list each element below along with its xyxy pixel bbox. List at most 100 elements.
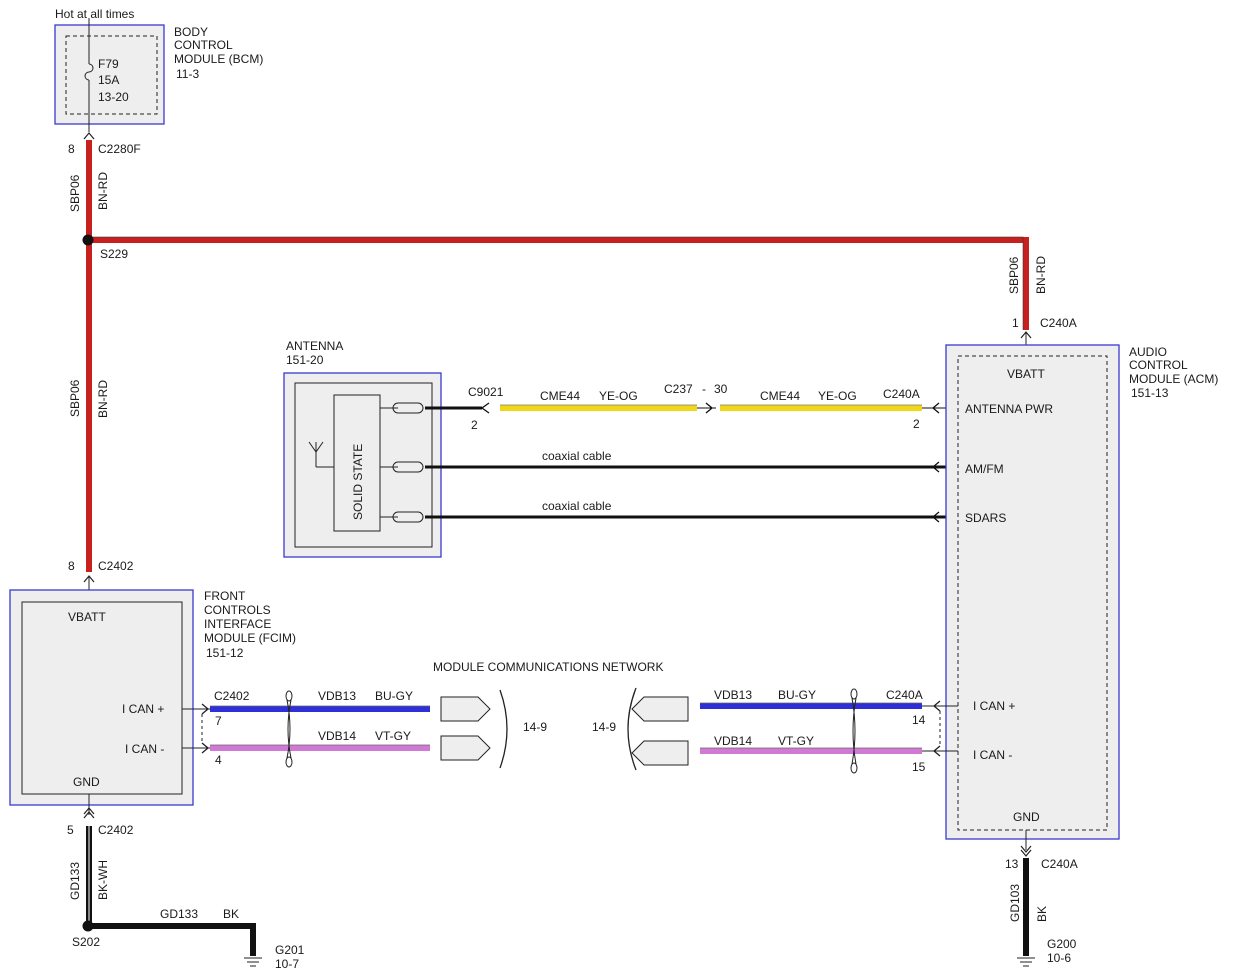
- g201-ground-icon: [244, 957, 262, 967]
- wire-lower-color: BN-RD: [96, 380, 110, 418]
- pwr-right-color: YE-OG: [818, 389, 857, 403]
- acm-canp-color: BU-GY: [778, 688, 816, 702]
- acm-can-plus-pin: 14: [912, 713, 926, 727]
- antenna-ref: 151-20: [286, 353, 324, 367]
- acm-canm-network-arrow: [631, 740, 689, 766]
- fcim-name-line3: INTERFACE: [204, 617, 271, 631]
- acm-can-connector: C240A: [886, 688, 923, 702]
- fcim-vbatt-label: VBATT: [68, 610, 106, 624]
- fcim-gnd-pin: 5: [67, 823, 74, 837]
- fcim-ican-plus-label: I CAN +: [122, 702, 164, 716]
- wire-right-circuit: SBP06: [1007, 256, 1021, 294]
- wire-lower-circuit: SBP06: [68, 379, 82, 417]
- pwr-left-circuit: CME44: [540, 389, 580, 403]
- fcim-vbatt-pin: 8: [68, 559, 75, 573]
- bcm-connector-icon: [83, 132, 95, 140]
- fuse-rating: 15A: [98, 73, 119, 87]
- acm-canp-network-arrow: [631, 696, 689, 722]
- inline-connector: C237: [664, 382, 693, 396]
- left-network-ref: 14-9: [523, 720, 547, 734]
- ground-g200-ref: 10-6: [1047, 951, 1071, 965]
- fcim-inner-frame: [21, 601, 183, 795]
- wire-sbp06-right: [89, 237, 1029, 330]
- network-title: MODULE COMMUNICATIONS NETWORK: [433, 660, 663, 674]
- inline-pin: 30: [714, 382, 728, 396]
- hot-at-all-times-label: Hot at all times: [55, 7, 134, 21]
- ground-g201-label: G201: [275, 943, 305, 957]
- wiring-diagram: Hot at all times F79 15A 13-20 BODY CONT…: [9, 7, 1218, 971]
- acm-antenna-pwr-connector: C240A: [883, 387, 920, 401]
- solid-state-label: SOLID STATE: [351, 444, 365, 520]
- bcm-connector: C2280F: [98, 142, 141, 156]
- ground-wire-color: BK: [223, 907, 239, 921]
- fcim-vbatt-connector: C2402: [98, 559, 134, 573]
- splice-s202-label: S202: [72, 935, 100, 949]
- acm-vbatt-connector: C240A: [1040, 316, 1077, 330]
- wire-upper-color: BN-RD: [96, 172, 110, 210]
- fcim-gnd-connector: C2402: [98, 823, 134, 837]
- acm-ican-plus-label: I CAN +: [973, 699, 1015, 713]
- bcm-name-line3: MODULE (BCM): [174, 52, 263, 66]
- acm-canp-circuit: VDB13: [714, 688, 752, 702]
- acm-gnd-label: GND: [1013, 810, 1040, 824]
- acm-antenna-pwr-pin: 2: [913, 417, 920, 431]
- acm-block: 1 C240A VBATT ANTENNA PWR AM/FM SDARS I …: [592, 316, 1218, 967]
- fcim-gnd-label: GND: [73, 775, 100, 789]
- fcim-ican-minus-label: I CAN -: [125, 742, 164, 756]
- bcm-pin: 8: [68, 142, 75, 156]
- acm-vbatt-label: VBATT: [1007, 367, 1045, 381]
- wire-upper-circuit: SBP06: [68, 174, 82, 212]
- acm-gnd-connector-icon: [1020, 849, 1032, 857]
- antenna-wiring: CME44 YE-OG C237 - 30 CME44 YE-OG C240A …: [425, 382, 958, 523]
- acm-amfm-label: AM/FM: [965, 462, 1004, 476]
- acm-can-minus-pin: 15: [912, 760, 926, 774]
- acm-canm-circuit: VDB14: [714, 734, 752, 748]
- fcim-gnd-circuit: GD133: [68, 862, 82, 900]
- splice-s202-dot: [82, 920, 94, 932]
- left-network-brace: [499, 689, 508, 769]
- acm-ref: 151-13: [1131, 386, 1169, 400]
- fcim-canp-color: BU-GY: [375, 689, 413, 703]
- right-network-brace: [627, 687, 637, 771]
- fcim-can-connector: C2402: [214, 689, 250, 703]
- acm-vbatt-pin: 1: [1012, 316, 1019, 330]
- acm-gnd-circuit: GD103: [1008, 884, 1022, 922]
- fcim-ref: 151-12: [206, 646, 244, 660]
- ground-g200-label: G200: [1047, 937, 1077, 951]
- fcim-name-line4: MODULE (FCIM): [204, 631, 296, 645]
- acm-name-line1: AUDIO: [1129, 345, 1167, 359]
- fcim-canm-circuit: VDB14: [318, 729, 356, 743]
- fcim-canm-network-arrow: [440, 735, 491, 761]
- acm-gnd-connector: C240A: [1041, 857, 1078, 871]
- acm-gnd-color: BK: [1035, 906, 1049, 922]
- wire-right-color: BN-RD: [1034, 256, 1048, 294]
- acm-gnd-pin: 13: [1005, 857, 1019, 871]
- fcim-name-line2: CONTROLS: [204, 603, 271, 617]
- ground-wire-circuit: GD133: [160, 907, 198, 921]
- acm-antenna-pwr-label: ANTENNA PWR: [965, 402, 1053, 416]
- fcim-name-line1: FRONT: [204, 589, 246, 603]
- fuse-ref: 13-20: [98, 90, 129, 104]
- acm-name-line3: MODULE (ACM): [1129, 372, 1218, 386]
- wire-gd133-horizontal: [89, 923, 256, 956]
- acm-canm-color: VT-GY: [778, 734, 814, 748]
- splice-s229-label: S229: [100, 247, 128, 261]
- fcim-gnd-color: BK-WH: [96, 860, 110, 900]
- bcm-name-line1: BODY: [174, 25, 208, 39]
- fcim-canp-network-arrow: [440, 696, 491, 722]
- antenna-name: ANTENNA: [286, 339, 343, 353]
- antenna-connector: C9021: [468, 385, 504, 399]
- acm-twisted-pair-icon: [850, 688, 858, 774]
- acm-sdars-label: SDARS: [965, 511, 1006, 525]
- bcm-ref: 11-3: [176, 67, 199, 81]
- fcim-twisted-pair-icon: [285, 690, 293, 768]
- inline-dash: -: [702, 382, 706, 396]
- bcm-block: Hot at all times F79 15A 13-20 BODY CONT…: [54, 7, 263, 156]
- coax1-label: coaxial cable: [542, 449, 612, 463]
- pwr-left-color: YE-OG: [599, 389, 638, 403]
- fcim-block: 8 C2402 VBATT I CAN + I CAN - GND FRONT …: [9, 559, 547, 971]
- g200-ground-icon: [1017, 957, 1035, 967]
- right-network-ref: 14-9: [592, 720, 616, 734]
- pwr-right-circuit: CME44: [760, 389, 800, 403]
- splice-s229-dot: [82, 234, 94, 246]
